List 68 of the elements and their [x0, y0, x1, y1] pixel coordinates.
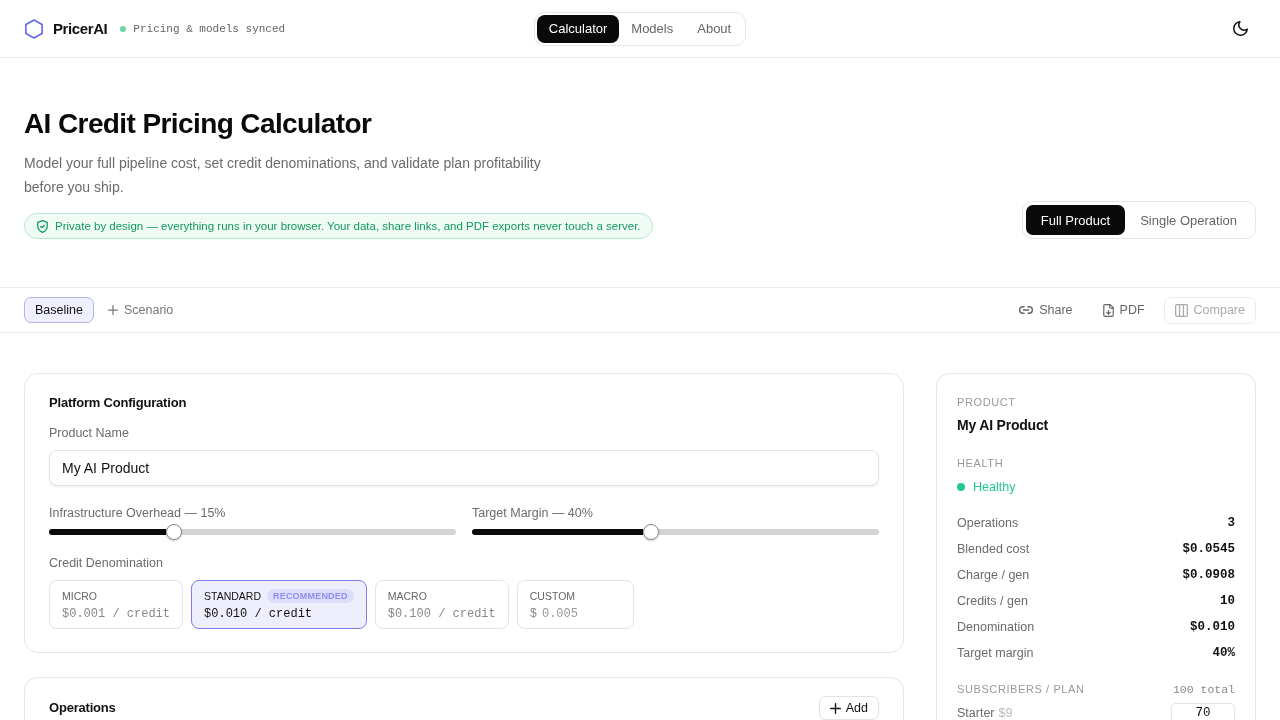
denomination-price: $0.010 / credit — [204, 606, 314, 623]
shield-check-icon — [37, 219, 48, 233]
denomination-price: $0.001 / credit — [62, 606, 171, 623]
sync-status: Pricing & models synced — [133, 22, 286, 35]
plan-name: Starter — [957, 706, 995, 720]
denomination-option[interactable]: CUSTOM $ 0.005 — [516, 580, 634, 629]
product-title: My AI Product — [957, 416, 1049, 435]
app-logo: PricerAI — [53, 20, 108, 37]
metric-label: Blended cost — [957, 542, 1030, 556]
link-icon — [1019, 306, 1034, 314]
plan-price: $9 — [998, 706, 1013, 720]
nav-tab[interactable]: Calculator — [536, 14, 620, 43]
health-status: Healthy — [973, 480, 1016, 494]
metric-value: $0.0545 — [1182, 542, 1235, 556]
metric-value: 10 — [1220, 594, 1235, 608]
section-label: SUBSCRIBERS / PLAN — [957, 682, 1085, 697]
plus-icon — [107, 305, 118, 315]
denomination-option[interactable]: MICRO $0.001 / credit — [49, 580, 184, 629]
section-label: PRODUCT — [957, 395, 1017, 410]
file-download-icon — [1102, 303, 1114, 317]
slider-label: Infrastructure Overhead — 15% — [49, 505, 227, 521]
recommended-badge: RECOMMENDED — [267, 589, 354, 603]
metric-value: $0.0908 — [1182, 568, 1235, 582]
columns-icon — [1174, 303, 1188, 317]
nav-tab[interactable]: About — [685, 14, 744, 43]
status-dot-icon — [120, 25, 127, 32]
denomination-price: $0.100 / credit — [387, 606, 496, 623]
currency-prefix: $ — [529, 607, 537, 621]
card-title: Platform Configuration — [49, 394, 188, 412]
subscriber-count-field[interactable]: 70 — [1171, 703, 1235, 720]
field-label: Credit Denomination — [49, 555, 164, 571]
denomination-name: CUSTOM — [529, 589, 576, 603]
slider-thumb[interactable] — [643, 524, 660, 540]
moon-icon — [1232, 21, 1248, 36]
section-label: HEALTH — [957, 456, 1005, 471]
denomination-name: MICRO — [62, 589, 97, 603]
slider-thumb[interactable] — [165, 524, 182, 540]
metric-value: 40% — [1212, 646, 1235, 660]
product-name-field[interactable]: My AI Product — [49, 450, 879, 486]
custom-denomination-field[interactable]: 0.005 — [541, 607, 612, 621]
metric-label: Target margin — [957, 646, 1034, 660]
add-scenario-button[interactable]: Scenario — [101, 297, 180, 323]
plus-icon — [829, 702, 841, 714]
nav-tab[interactable]: Models — [619, 14, 686, 43]
metric-label: Charge / gen — [957, 568, 1030, 582]
denomination-option[interactable]: MACRO $0.100 / credit — [374, 580, 509, 629]
hexagon-icon — [25, 18, 43, 39]
denomination-option[interactable]: STANDARD RECOMMENDED $0.010 / credit — [191, 580, 367, 629]
field-label: Product Name — [49, 425, 130, 441]
scenario-tab[interactable]: Baseline — [24, 297, 94, 323]
card-title: Operations — [49, 700, 116, 716]
metric-label: Credits / gen — [957, 594, 1028, 608]
page-title: AI Credit Pricing Calculator — [24, 107, 373, 141]
mode-tab[interactable]: Full Product — [1025, 205, 1126, 235]
denomination-name: STANDARD — [204, 589, 261, 603]
metric-label: Denomination — [957, 620, 1035, 634]
metric-label: Operations — [957, 516, 1019, 530]
metric-value: $0.010 — [1190, 620, 1235, 634]
slider-label: Target Margin — 40% — [472, 505, 594, 521]
page-description: Model your full pipeline cost, set credit denominations, and validate plan profitability before you ship. — [24, 154, 542, 197]
denomination-name: MACRO — [387, 589, 427, 603]
mode-tab[interactable]: Single Operation — [1125, 205, 1252, 235]
toolbar-action-button[interactable]: Share — [1008, 296, 1084, 324]
subscriber-total: 100 total — [1172, 682, 1235, 696]
privacy-note-text: Private by design — everything runs in your browser. Your data, share links, and PDF exports never touch a server. — [55, 220, 641, 232]
add-operation-button[interactable]: Add — [818, 696, 879, 720]
toolbar-action-button[interactable]: PDF — [1091, 296, 1156, 324]
metric-value: 3 — [1227, 516, 1235, 530]
